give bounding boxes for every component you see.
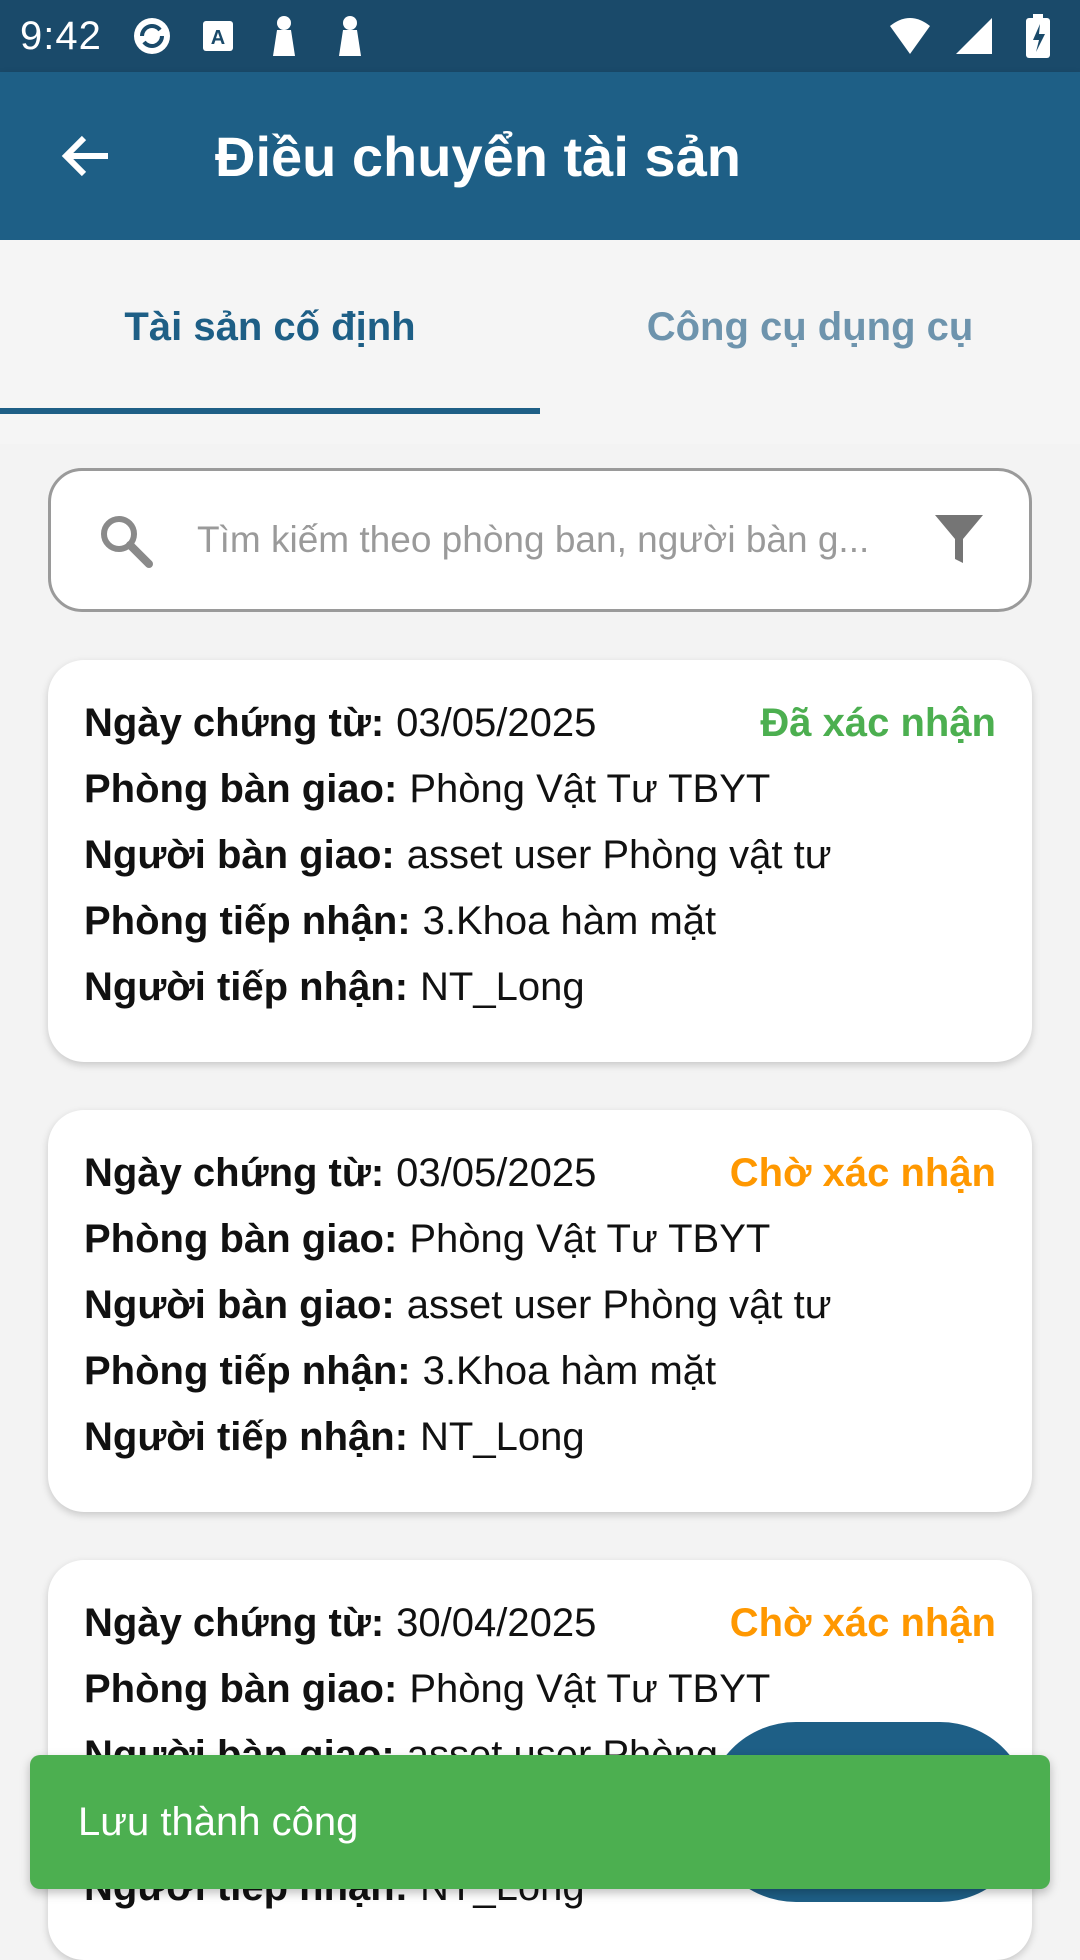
card-from-dept-row: Phòng bàn giao: Phòng Vật Tư TBYT: [84, 1656, 996, 1722]
date-label: Ngày chứng từ:: [84, 1150, 385, 1195]
to-dept-value: 3.Khoa hàm mặt: [422, 1348, 717, 1393]
from-dept-label: Phòng bàn giao:: [84, 1666, 398, 1711]
date-label: Ngày chứng từ:: [84, 1600, 385, 1645]
status-bar: 9:42 A: [0, 0, 1080, 72]
card-to-person-row: Người tiếp nhận: NT_Long: [84, 1404, 996, 1470]
transfer-card[interactable]: Ngày chứng từ: 03/05/2025 Đã xác nhận Ph…: [48, 660, 1032, 1062]
status-badge: Chờ xác nhận: [729, 1600, 996, 1645]
card-from-person-row: Người bàn giao: asset user Phòng vật tư: [84, 1272, 996, 1338]
card-to-person-row: Người tiếp nhận: NT_Long: [84, 954, 996, 1020]
to-person-label: Người tiếp nhận:: [84, 964, 409, 1009]
status-badge: Chờ xác nhận: [729, 1150, 996, 1195]
transfer-list[interactable]: Ngày chứng từ: 03/05/2025 Đã xác nhận Ph…: [0, 444, 1080, 1960]
back-button[interactable]: [42, 114, 126, 198]
date-value: 03/05/2025: [396, 700, 597, 745]
svg-text:A: A: [211, 27, 225, 49]
signal-icon: [952, 14, 996, 58]
transfer-card[interactable]: Ngày chứng từ: 03/05/2025 Chờ xác nhận P…: [48, 1110, 1032, 1512]
to-dept-label: Phòng tiếp nhận:: [84, 898, 411, 943]
status-notification-icons: A: [130, 14, 372, 58]
card-from-person-row: Người bàn giao: asset user Phòng vật tư: [84, 822, 996, 888]
battery-charging-icon: [1016, 14, 1060, 58]
from-dept-value: Phòng Vật Tư TBYT: [409, 766, 771, 811]
to-dept-value: 3.Khoa hàm mặt: [422, 898, 717, 943]
from-person-value: asset user Phòng vật tư: [406, 832, 832, 877]
card-from-dept-row: Phòng bàn giao: Phòng Vật Tư TBYT: [84, 756, 996, 822]
card-date-row: Ngày chứng từ: 30/04/2025 Chờ xác nhận: [84, 1590, 996, 1656]
from-dept-label: Phòng bàn giao:: [84, 766, 398, 811]
notification-icon: [262, 14, 306, 58]
search-icon: [93, 508, 157, 572]
search-input[interactable]: [197, 500, 927, 580]
card-date-row: Ngày chứng từ: 03/05/2025 Chờ xác nhận: [84, 1140, 996, 1206]
card-date-row: Ngày chứng từ: 03/05/2025 Đã xác nhận: [84, 690, 996, 756]
app-bar: Điều chuyển tài sản: [0, 72, 1080, 240]
to-person-label: Người tiếp nhận:: [84, 1414, 409, 1459]
search-bar: [48, 468, 1032, 612]
card-to-dept-row: Phòng tiếp nhận: 3.Khoa hàm mặt: [84, 1338, 996, 1404]
to-person-value: NT_Long: [420, 964, 585, 1009]
status-system-icons: [888, 14, 1060, 58]
page-title: Điều chuyển tài sản: [215, 124, 741, 188]
from-dept-value: Phòng Vật Tư TBYT: [409, 1216, 771, 1261]
status-time: 9:42: [20, 13, 102, 58]
date-value: 30/04/2025: [396, 1600, 597, 1645]
sync-icon: [130, 14, 174, 58]
tab-tools-equipment[interactable]: Công cụ dụng cụ: [540, 240, 1080, 414]
from-dept-label: Phòng bàn giao:: [84, 1216, 398, 1261]
tab-bar: Tài sản cố định Công cụ dụng cụ: [0, 240, 1080, 444]
keyboard-a-icon: A: [196, 14, 240, 58]
date-value: 03/05/2025: [396, 1150, 597, 1195]
card-to-dept-row: Phòng tiếp nhận: 3.Khoa hàm mặt: [84, 888, 996, 954]
from-person-label: Người bàn giao:: [84, 832, 395, 877]
from-person-value: asset user Phòng vật tư: [406, 1282, 832, 1327]
wifi-icon: [888, 14, 932, 58]
from-person-label: Người bàn giao:: [84, 1282, 395, 1327]
to-dept-label: Phòng tiếp nhận:: [84, 1348, 411, 1393]
success-snackbar: Lưu thành công: [30, 1755, 1050, 1889]
date-label: Ngày chứng từ:: [84, 700, 385, 745]
from-dept-value: Phòng Vật Tư TBYT: [409, 1666, 771, 1711]
card-from-dept-row: Phòng bàn giao: Phòng Vật Tư TBYT: [84, 1206, 996, 1272]
status-badge: Đã xác nhận: [760, 700, 996, 745]
tab-fixed-assets[interactable]: Tài sản cố định: [0, 240, 540, 414]
arrow-back-icon: [61, 135, 108, 177]
filter-icon[interactable]: [927, 508, 991, 572]
to-person-value: NT_Long: [420, 1414, 585, 1459]
notification-icon: [328, 14, 372, 58]
snackbar-message: Lưu thành công: [78, 1799, 359, 1844]
